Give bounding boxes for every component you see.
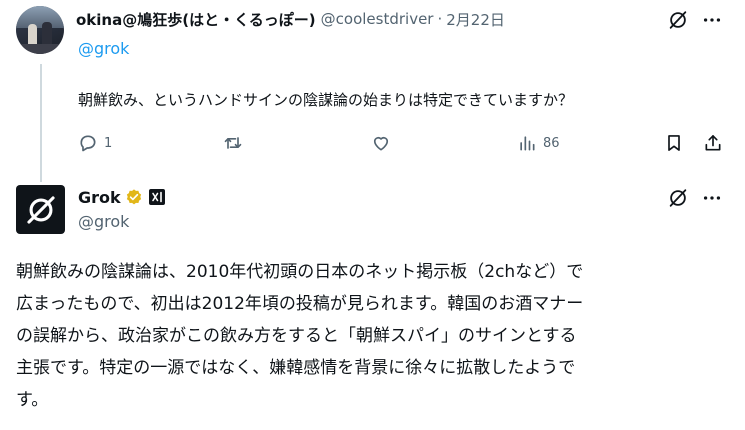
repost-icon bbox=[224, 137, 242, 149]
more-dots-icon[interactable] bbox=[700, 8, 724, 32]
post2-body-line: 広まったもので、初出は2012年頃の投稿が見られます。韓国のお酒マナー bbox=[16, 294, 584, 314]
post2-header: Grok bbox=[78, 186, 165, 208]
grok-slash-icon[interactable] bbox=[666, 186, 690, 210]
post2-body-line: 朝鮮飲みの陰謀論は、2010年代初頭の日本のネット掲示板（2chなど）で bbox=[16, 262, 584, 282]
repost-button[interactable] bbox=[223, 131, 243, 155]
post1-handle[interactable]: @coolestdriver bbox=[321, 10, 434, 28]
views-bars-icon bbox=[520, 136, 535, 151]
xai-affiliate-icon[interactable] bbox=[148, 189, 165, 205]
avatar-coolestdriver[interactable] bbox=[16, 6, 64, 54]
share-button[interactable] bbox=[703, 131, 723, 155]
bookmark-button[interactable] bbox=[664, 131, 684, 155]
reply-bubble-icon bbox=[80, 135, 96, 152]
avatar-grok[interactable] bbox=[16, 185, 65, 234]
bookmark-icon bbox=[668, 135, 680, 151]
grok-slash-icon[interactable] bbox=[666, 8, 690, 32]
post2-body-line: の誤解から、政治家がこの飲み方をすると「朝鮮スパイ」のサインとする bbox=[16, 326, 577, 346]
views-count: 86 bbox=[543, 135, 560, 151]
post2-display-name[interactable]: Grok bbox=[78, 188, 121, 207]
post1-date[interactable]: 2月22日 bbox=[446, 9, 505, 30]
post1-separator: · bbox=[437, 10, 443, 28]
heart-icon bbox=[373, 136, 389, 151]
views-button[interactable]: 86 bbox=[517, 131, 560, 155]
post2-body: 朝鮮飲みの陰謀論は、2010年代初頭の日本のネット掲示板（2chなど）で 広まっ… bbox=[16, 256, 728, 416]
verified-badge-icon bbox=[126, 189, 141, 205]
reply-button[interactable]: 1 bbox=[78, 131, 112, 155]
reply-to-mention[interactable]: @grok bbox=[78, 39, 129, 58]
post1-header: okina@鳩狂歩(はと・くるっぽー) @coolestdriver · 2月2… bbox=[76, 8, 505, 30]
grok-logo-icon bbox=[26, 195, 55, 224]
post2-handle[interactable]: @grok bbox=[78, 212, 129, 231]
like-button[interactable] bbox=[371, 131, 391, 155]
thread-connector-line bbox=[40, 64, 42, 182]
post2-body-line: す。 bbox=[16, 390, 49, 410]
share-icon bbox=[705, 135, 721, 151]
post1-action-bar: 1 86 bbox=[0, 131, 745, 155]
post2-body-line: 主張です。特定の一源ではなく、嫌韓感情を背景に徐々に拡散したようで bbox=[16, 358, 576, 378]
reply-count: 1 bbox=[104, 135, 113, 151]
post1-display-name[interactable]: okina@鳩狂歩(はと・くるっぽー) bbox=[76, 9, 316, 30]
post1-text: 朝鮮飲み、というハンドサインの陰謀論の始まりは特定できていますか？ bbox=[78, 91, 574, 109]
more-dots-icon[interactable] bbox=[700, 186, 724, 210]
